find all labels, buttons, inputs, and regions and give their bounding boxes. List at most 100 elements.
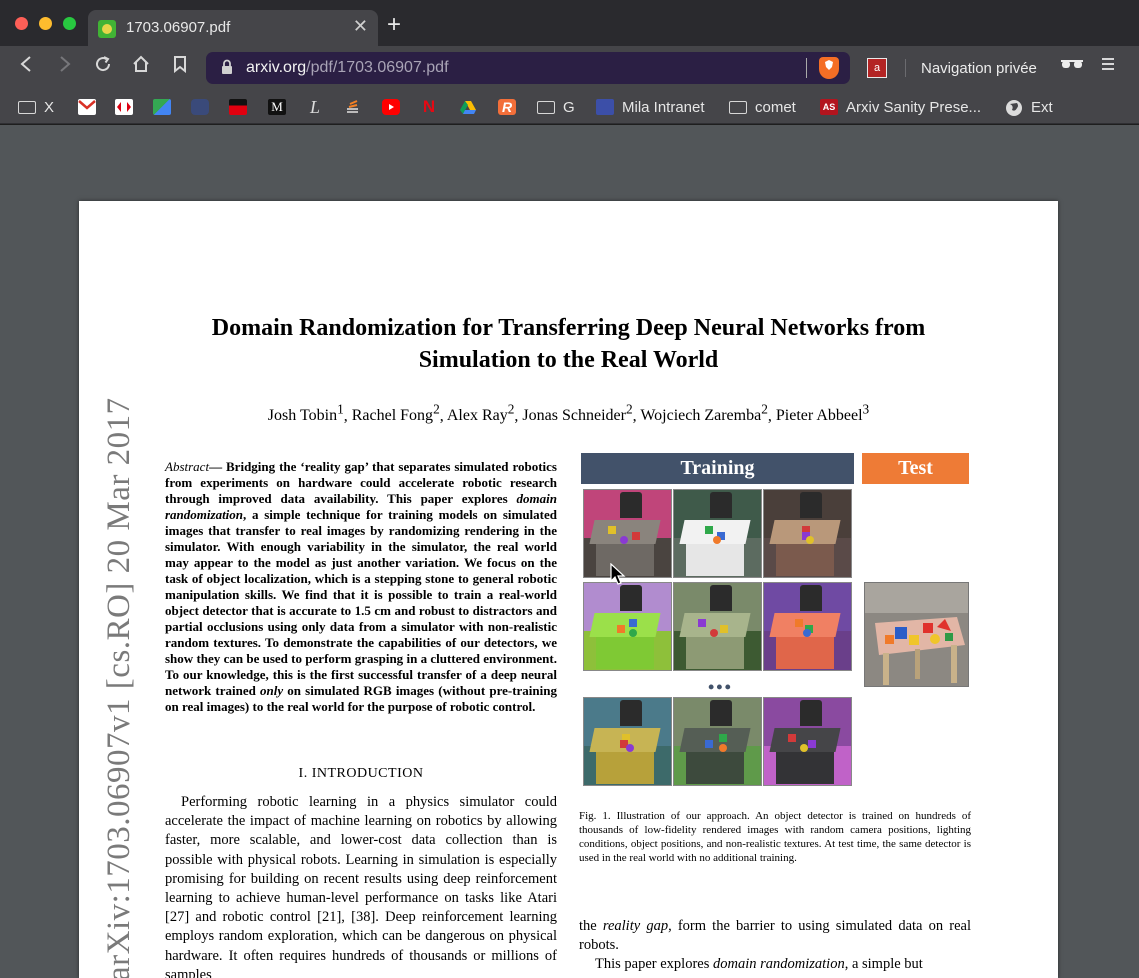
author-affiliation: 2	[433, 402, 440, 417]
abstract-text: — Bridging the ‘reality gap’ that separa…	[165, 459, 557, 506]
training-thumbnail	[673, 582, 762, 671]
test-real-photo	[864, 582, 969, 687]
gmail-icon	[78, 99, 96, 115]
bookmark-netflix[interactable]: N	[420, 98, 438, 116]
bookmark-youtube[interactable]	[382, 98, 400, 116]
toolbar-divider	[905, 59, 906, 77]
bookmark-mila-intranet[interactable]: Mila Intranet	[596, 98, 705, 116]
training-thumbnail	[583, 697, 672, 786]
author-name: Josh Tobin	[267, 407, 338, 425]
paper-title: Domain Randomization for Transferring De…	[119, 312, 1018, 376]
m-logo-icon: M	[268, 99, 286, 115]
pdf-viewer[interactable]: Domain Randomization for Transferring De…	[0, 125, 1139, 978]
url-host: arxiv.org	[246, 59, 307, 76]
menu-icon[interactable]	[1100, 56, 1116, 78]
training-thumbnail	[673, 697, 762, 786]
bookmark-hsbc[interactable]	[115, 98, 133, 116]
title-line-2: Simulation to the Real World	[418, 347, 719, 373]
window-minimize-button[interactable]	[39, 17, 52, 30]
bookmark-folder-comet[interactable]: comet	[729, 98, 796, 116]
bookmark-drive[interactable]	[459, 98, 477, 116]
lock-icon[interactable]	[220, 59, 234, 78]
author-name: Alex Ray	[446, 407, 508, 425]
text-emphasis: reality gap	[602, 918, 669, 934]
folder-icon	[729, 100, 747, 114]
text-run: , a simple but	[844, 956, 923, 973]
extension-icon[interactable]: a	[867, 58, 887, 78]
bookmark-stack[interactable]	[344, 98, 362, 116]
stack-icon	[344, 99, 362, 115]
reload-icon[interactable]	[91, 55, 115, 80]
mouse-cursor-icon	[610, 562, 626, 592]
abstract: Abstract— Bridging the ‘reality gap’ tha…	[165, 459, 557, 715]
text-run: This paper explores	[595, 956, 713, 973]
bookmark-folder-x[interactable]: X	[18, 98, 54, 116]
section-heading: I. INTRODUCTION	[298, 766, 424, 781]
bookmark-folder-g[interactable]: G	[537, 98, 575, 116]
drive-icon	[459, 99, 477, 115]
private-mode-label: Navigation privée	[921, 60, 1037, 77]
title-line-1: Domain Randomization for Transferring De…	[211, 315, 926, 341]
right-column-text: the reality gap, form the barrier to usi…	[579, 917, 971, 975]
tab-title: 1703.06907.pdf	[126, 19, 231, 36]
author-affiliation: 2	[625, 402, 633, 417]
author: Pieter Abbeel3	[775, 402, 869, 425]
back-icon[interactable]	[15, 55, 39, 80]
training-thumbnail	[763, 582, 852, 671]
brave-shield-icon[interactable]	[819, 57, 839, 79]
globe-icon	[1005, 99, 1023, 116]
bookmark-label: Mila Intranet	[622, 98, 705, 116]
bookmark-arxiv-sanity[interactable]: AS Arxiv Sanity Prese...	[820, 98, 981, 116]
abstract-lead: Abstract	[165, 459, 210, 474]
intro-paragraph: Performing robotic learning in a physics…	[165, 794, 557, 978]
l-logo-icon: L	[309, 97, 320, 117]
lock-app-icon	[191, 99, 209, 115]
bookmark-red-square[interactable]	[229, 98, 247, 116]
author-affiliation: 1	[337, 402, 344, 417]
url-divider	[806, 58, 807, 78]
bookmark-maps[interactable]	[153, 98, 171, 116]
bookmark-lock-app[interactable]	[191, 98, 209, 116]
figure-test-label: Test	[862, 453, 969, 484]
bookmark-r-logo[interactable]: R	[498, 98, 516, 116]
author-affiliation: 2	[761, 402, 768, 417]
window-maximize-button[interactable]	[63, 17, 76, 30]
bookmark-label: Arxiv Sanity Prese...	[846, 98, 982, 116]
author-name: Pieter Abbeel	[775, 407, 863, 425]
window-close-button[interactable]	[15, 17, 28, 30]
new-tab-button[interactable]: +	[387, 13, 401, 37]
bookmark-ext[interactable]: Ext	[1005, 98, 1053, 116]
netflix-icon: N	[422, 97, 436, 116]
training-thumbnail	[763, 489, 852, 578]
author: Rachel Fong2	[352, 402, 440, 424]
author: Jonas Schneider2	[522, 402, 632, 425]
navigation-toolbar: arxiv.org/pdf/1703.06907.pdf a Navigatio…	[0, 46, 1139, 90]
text-run: the	[579, 918, 603, 934]
tab-close-icon[interactable]: ✕	[353, 16, 368, 37]
address-bar[interactable]: arxiv.org/pdf/1703.06907.pdf	[206, 52, 850, 84]
folder-icon	[18, 100, 36, 114]
bookmark-gmail[interactable]	[78, 98, 96, 116]
author-name: Jonas Schneider	[522, 407, 626, 425]
maps-icon	[153, 99, 171, 115]
tab-active[interactable]: 1703.06907.pdf ✕	[88, 10, 378, 46]
author: Alex Ray2	[446, 402, 515, 425]
hsbc-icon	[115, 99, 133, 115]
home-icon[interactable]	[129, 55, 153, 80]
bookmark-label: comet	[755, 98, 796, 116]
figure-caption: Fig. 1. Illustration of our approach. An…	[579, 810, 971, 864]
pdf-favicon-icon	[98, 20, 116, 38]
figure-training-label: Training	[581, 453, 854, 484]
author-list: Josh Tobin1, Rachel Fong2, Alex Ray2, Jo…	[267, 402, 870, 425]
paragraph: the reality gap, form the barrier to usi…	[579, 917, 971, 955]
private-glasses-icon	[1060, 58, 1084, 76]
url-text[interactable]: arxiv.org/pdf/1703.06907.pdf	[246, 59, 449, 77]
training-thumbnail	[583, 489, 672, 578]
bookmark-icon[interactable]	[168, 55, 192, 80]
bookmark-l-logo[interactable]: L	[306, 98, 324, 116]
author-name: Wojciech Zaremba	[640, 407, 762, 425]
bookmark-m-logo[interactable]: M	[268, 98, 286, 116]
folder-icon	[537, 100, 555, 114]
forward-icon[interactable]	[52, 55, 76, 80]
pdf-page: Domain Randomization for Transferring De…	[79, 201, 1058, 978]
